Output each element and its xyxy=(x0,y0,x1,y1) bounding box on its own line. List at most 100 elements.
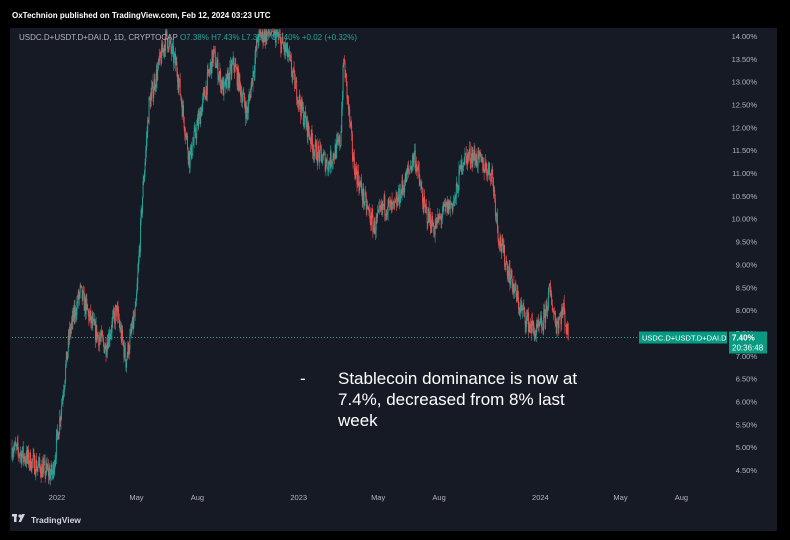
candle-body xyxy=(157,67,159,80)
price-tag-value: 7.40% xyxy=(732,334,755,343)
candle-body xyxy=(76,301,78,316)
candle-body xyxy=(558,319,560,329)
candle-body xyxy=(233,57,235,67)
candle-body xyxy=(333,153,335,158)
candle-body xyxy=(524,312,526,325)
y-tick-label: 5.00% xyxy=(736,443,758,452)
candle-body xyxy=(408,167,410,170)
x-tick-label: 2023 xyxy=(290,493,307,502)
candle-body xyxy=(18,450,20,455)
candle-body xyxy=(109,336,111,341)
candle-body xyxy=(254,57,256,73)
candle-body xyxy=(339,145,341,147)
candle-body xyxy=(54,460,56,466)
candle-body xyxy=(101,331,103,336)
candle-body xyxy=(319,145,321,161)
candle-body xyxy=(204,90,206,97)
candle-body xyxy=(171,46,173,54)
candle-body xyxy=(299,95,301,107)
candle-body xyxy=(308,123,310,133)
candle-body xyxy=(149,97,151,99)
candle-body xyxy=(214,51,216,68)
candle-body xyxy=(290,56,292,60)
y-tick-label: 11.00% xyxy=(732,169,757,178)
candle-body xyxy=(58,432,60,440)
candle-body xyxy=(420,185,422,187)
candle-body xyxy=(51,474,53,476)
candle-body xyxy=(302,107,304,125)
x-tick-label: Aug xyxy=(675,493,688,502)
caption-dash: - xyxy=(300,369,306,388)
candle-body xyxy=(126,355,128,360)
candle-body xyxy=(71,321,73,328)
candle-body xyxy=(226,74,227,89)
candle-body xyxy=(231,64,233,75)
candle-body xyxy=(555,317,557,327)
y-tick-label: 5.50% xyxy=(736,420,758,429)
tradingview-footer[interactable]: TradingView xyxy=(12,514,81,525)
high-value: H7.43% xyxy=(211,33,240,42)
candle-body xyxy=(562,309,564,316)
candle-body xyxy=(294,81,296,89)
candle-body xyxy=(186,134,188,136)
candle-body xyxy=(377,212,378,219)
candle-body xyxy=(342,65,344,99)
candle-body xyxy=(357,171,359,184)
candle-body xyxy=(378,207,380,211)
candle-body xyxy=(553,311,555,314)
y-tick-label: 10.00% xyxy=(732,215,758,224)
candle-body xyxy=(208,73,210,74)
candle-body xyxy=(353,157,355,172)
candle-body xyxy=(392,201,394,203)
candle-body xyxy=(38,463,39,467)
candle-body xyxy=(218,77,220,80)
candle-body xyxy=(183,105,184,118)
candle-body xyxy=(548,287,550,293)
candle-body xyxy=(547,308,549,312)
y-tick-label: 8.00% xyxy=(736,306,758,315)
candle-body xyxy=(430,214,431,228)
candle-body xyxy=(126,359,127,368)
candle-body xyxy=(413,155,415,164)
candle-body xyxy=(242,94,244,99)
candle-body xyxy=(179,78,181,95)
candle-body xyxy=(135,300,137,308)
candle-body xyxy=(289,56,291,57)
candle-body xyxy=(332,162,333,164)
candle-body xyxy=(247,100,249,113)
candle-body xyxy=(243,93,245,104)
symbol-legend[interactable]: USDC.D+USDT.D+DAI.D, 1D, CRYPTOCAP O7.38… xyxy=(19,33,357,42)
candle-body xyxy=(563,302,565,312)
candle-body xyxy=(427,222,429,224)
candle-body xyxy=(345,73,347,82)
candle-body xyxy=(418,164,420,170)
candle-body xyxy=(335,140,337,158)
candle-body xyxy=(97,333,99,336)
candle-body xyxy=(229,65,231,85)
candle-body xyxy=(83,290,84,292)
candle-body xyxy=(141,197,143,214)
candle-body xyxy=(146,132,148,139)
candle-body xyxy=(341,98,343,109)
candle-body xyxy=(281,42,282,53)
candle-body xyxy=(496,212,498,227)
candle-body xyxy=(214,49,216,52)
candle-body xyxy=(361,181,363,194)
candle-body xyxy=(259,31,261,33)
candle-body xyxy=(136,293,137,301)
candle-body xyxy=(485,162,487,168)
candle-body xyxy=(202,92,204,98)
candle-body xyxy=(506,260,508,264)
candle-body xyxy=(320,145,322,147)
candle-body xyxy=(468,154,470,158)
candle-body xyxy=(550,293,552,296)
candle-body xyxy=(19,454,21,457)
candle-body xyxy=(193,130,195,143)
candle-body xyxy=(133,315,135,328)
y-tick-label: 11.50% xyxy=(732,146,757,155)
candle-body xyxy=(21,454,23,464)
candle-body xyxy=(379,206,381,208)
candle-body xyxy=(57,430,59,433)
price-chart[interactable]: 4.50%5.00%5.50%6.00%6.50%7.00%7.50%8.00%… xyxy=(0,0,790,540)
candle-body xyxy=(39,458,41,466)
